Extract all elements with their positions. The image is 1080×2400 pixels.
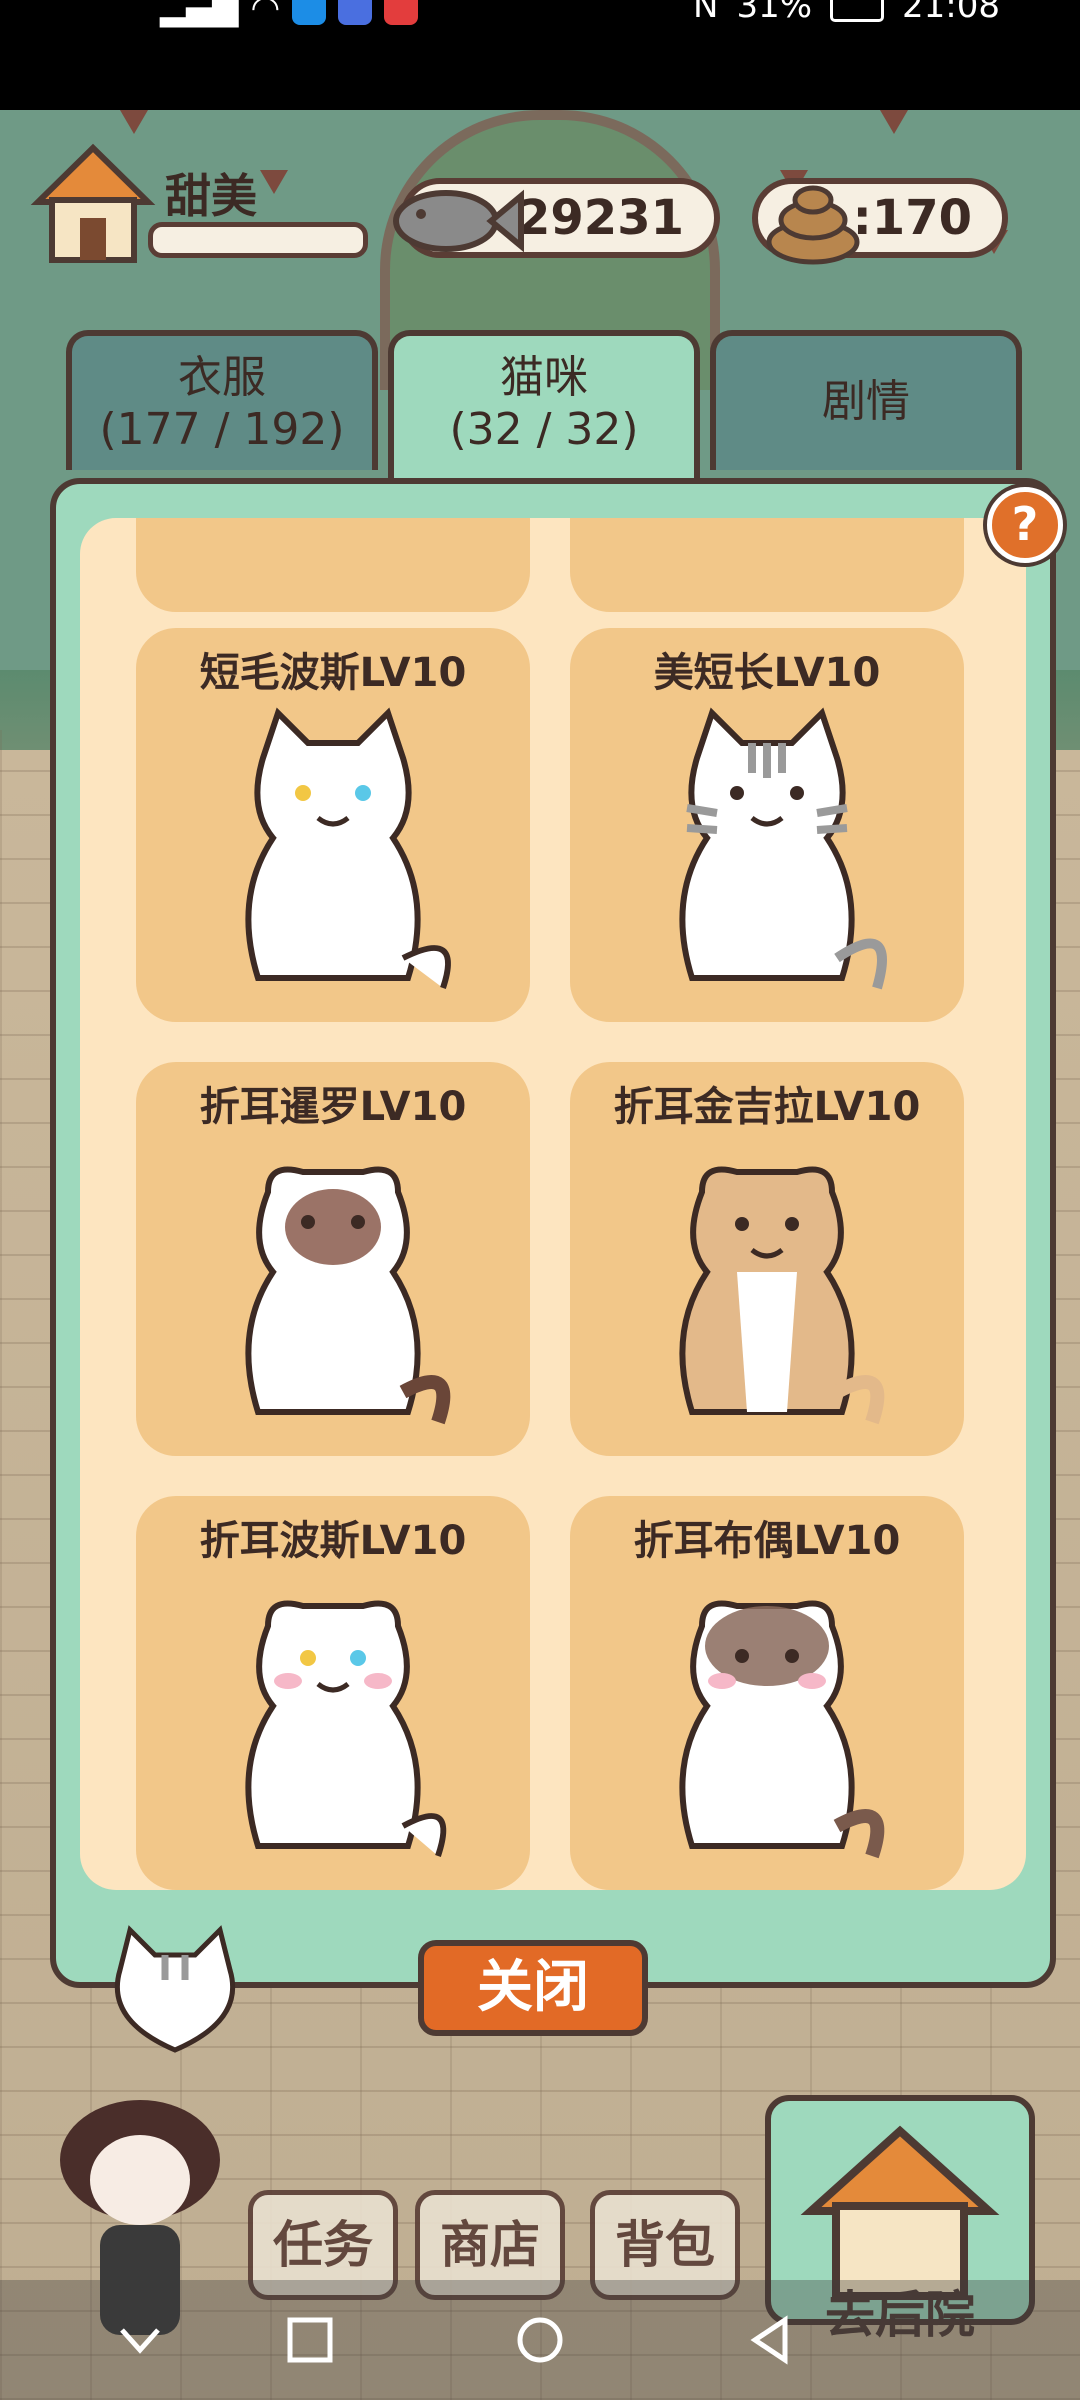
ragdoll-fold-cat-icon xyxy=(679,1600,885,1859)
poop-coin-count: :170 xyxy=(852,190,972,246)
tab-label: 衣服 xyxy=(178,352,266,403)
house-avatar-icon[interactable] xyxy=(28,140,158,270)
status-icons-left: ▂▄▆ ◠ xyxy=(160,0,419,28)
tabby-cat-icon xyxy=(679,707,887,990)
tab-label: 剧情 xyxy=(822,376,910,427)
battery-icon xyxy=(830,0,885,22)
music-notification-icon xyxy=(338,0,373,25)
app-notification-icon xyxy=(292,0,327,25)
cat-card[interactable]: 折耳金吉拉LV10 xyxy=(570,1062,964,1456)
clock: 21:08 xyxy=(902,0,1000,26)
cat-card[interactable]: 折耳波斯LV10 xyxy=(136,1496,530,1890)
cat-card[interactable]: 折耳布偶LV10 xyxy=(570,1496,964,1890)
cat-card[interactable]: 美短长LV10 xyxy=(570,628,964,1022)
cat-grid-scroll[interactable]: 短毛波斯LV10 美短长LV10 折耳暹罗LV10 折耳金吉拉LV10 折耳波斯… xyxy=(80,518,1026,1890)
cat-name: 短毛波斯LV10 xyxy=(199,650,467,696)
cat-name: 折耳暹罗LV10 xyxy=(199,1084,467,1130)
cat-name: 折耳波斯LV10 xyxy=(199,1518,467,1564)
tab-label: 猫咪 xyxy=(500,352,588,403)
fish-currency-display[interactable]: :29231 xyxy=(393,178,720,258)
tab-count: (177 / 192) xyxy=(99,404,345,455)
cat-name: 折耳金吉拉LV10 xyxy=(613,1084,921,1130)
tab-clothes[interactable]: 衣服 (177 / 192) xyxy=(66,330,378,470)
poop-currency-display[interactable]: :170 xyxy=(752,178,1008,265)
collection-tabs: 衣服 (177 / 192) 猫咪 (32 / 32) 剧情 xyxy=(66,330,1026,480)
poop-icon xyxy=(766,185,860,265)
fish-icon xyxy=(393,189,524,253)
experience-bar xyxy=(148,222,368,258)
siamese-fold-cat-icon xyxy=(245,1166,451,1425)
wifi-icon: ◠ xyxy=(250,0,281,28)
home-nav-icon[interactable] xyxy=(510,2310,570,2370)
close-button[interactable]: 关闭 xyxy=(418,1940,648,2036)
cat-card[interactable]: 折耳暹罗LV10 xyxy=(136,1062,530,1456)
persian-cat-icon xyxy=(245,707,451,989)
tabby-cat-mascot-icon xyxy=(114,1925,236,2053)
help-button[interactable]: ? xyxy=(987,487,1063,563)
top-hud: 甜美 :29231 :170 xyxy=(0,130,1080,300)
nfc-icon: N xyxy=(693,0,719,26)
recent-apps-icon[interactable] xyxy=(280,2310,340,2370)
tab-cats[interactable]: 猫咪 (32 / 32) xyxy=(388,330,700,480)
battery-percent: 31% xyxy=(736,0,813,26)
cat-name: 折耳布偶LV10 xyxy=(633,1518,901,1564)
signal-icon: ▂▄▆ xyxy=(160,0,239,28)
cat-card-partial[interactable] xyxy=(136,518,530,612)
cat-card[interactable]: 短毛波斯LV10 xyxy=(136,628,530,1022)
status-icons-right: N 31% 21:08 xyxy=(693,0,1000,26)
golden-chinchilla-fold-cat-icon xyxy=(679,1166,885,1425)
status-bar: ▂▄▆ ◠ N 31% 21:08 xyxy=(0,0,1080,110)
cat-name: 美短长LV10 xyxy=(653,650,881,696)
collection-panel: 短毛波斯LV10 美短长LV10 折耳暹罗LV10 折耳金吉拉LV10 折耳波斯… xyxy=(50,478,1056,1988)
back-nav-icon[interactable] xyxy=(740,2310,800,2370)
app-notification-icon-2 xyxy=(384,0,419,25)
tab-count: (32 / 32) xyxy=(449,404,639,455)
system-navigation-bar xyxy=(0,2280,1080,2400)
collapse-nav-icon[interactable] xyxy=(110,2310,170,2370)
persian-fold-cat-icon xyxy=(245,1600,447,1857)
cat-card-partial[interactable] xyxy=(570,518,964,612)
tab-story[interactable]: 剧情 xyxy=(710,330,1022,470)
player-name: 甜美 xyxy=(165,169,257,223)
